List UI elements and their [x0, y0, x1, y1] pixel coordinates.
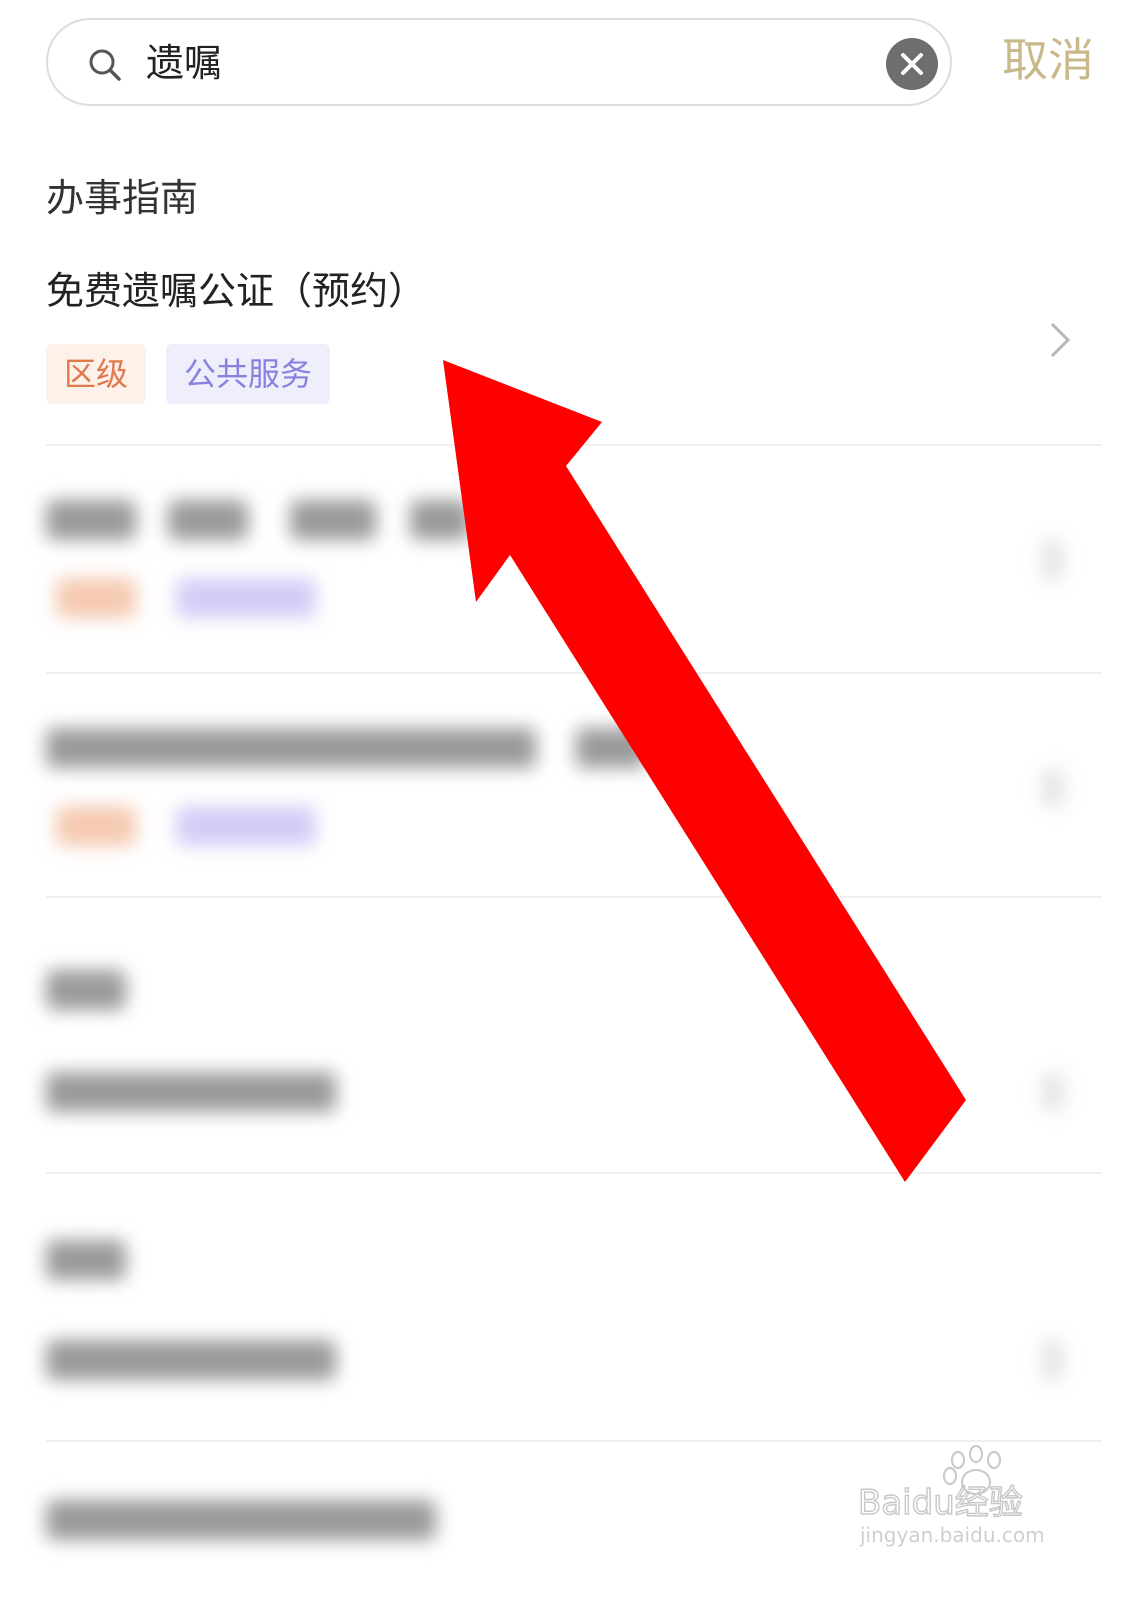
blurred-chevron: [1042, 1072, 1064, 1112]
blurred-text: [576, 728, 646, 768]
divider: [46, 1172, 1102, 1174]
watermark-url: jingyan.baidu.com: [859, 1523, 1045, 1547]
blurred-chevron: [1042, 1340, 1064, 1380]
blurred-chevron: [1042, 540, 1064, 580]
arrow-shape: [443, 360, 966, 1182]
divider: [46, 672, 1102, 674]
blurred-text: [46, 1500, 436, 1540]
blurred-text: [46, 728, 536, 768]
baidu-jingyan-watermark: Baidu经验 jingyan.baidu.com: [858, 1445, 1045, 1547]
result-item[interactable]: 免费遗嘱公证（预约） 区级 公共服务: [46, 262, 1102, 452]
divider: [46, 444, 1102, 446]
blurred-tag: [56, 578, 136, 618]
clear-icon: [901, 53, 923, 75]
blurred-text: [290, 500, 376, 540]
blurred-text: [46, 500, 136, 540]
blurred-text: [46, 1340, 336, 1380]
tag-district: 区级: [46, 344, 147, 404]
search-icon: [89, 49, 121, 81]
blurred-text: [46, 1240, 126, 1280]
search-input[interactable]: [146, 36, 806, 90]
tag-public-service: 公共服务: [166, 344, 331, 404]
blurred-text: [46, 1072, 336, 1112]
blurred-text: [410, 500, 470, 540]
cancel-button[interactable]: 取消: [1002, 28, 1094, 92]
clear-button[interactable]: [886, 38, 938, 90]
blurred-chevron: [1042, 768, 1064, 808]
search-bar[interactable]: [46, 18, 952, 106]
chevron-right-icon: [1050, 322, 1071, 358]
divider: [46, 896, 1102, 898]
result-title: 免费遗嘱公证（预约）: [46, 269, 427, 313]
blurred-text: [168, 500, 248, 540]
section-title: 办事指南: [46, 176, 199, 220]
blurred-text: [46, 970, 126, 1010]
blurred-tag: [176, 578, 316, 618]
blurred-tag: [56, 806, 136, 846]
blurred-tag: [176, 806, 316, 846]
watermark-brand: Baidu经验: [858, 1483, 1023, 1523]
